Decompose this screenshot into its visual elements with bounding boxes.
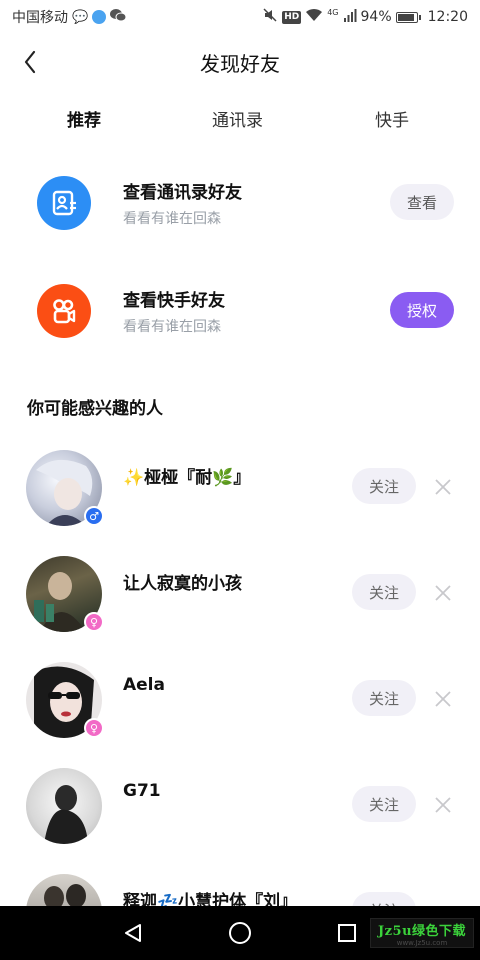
tab-contacts[interactable]: 通讯录 [212, 106, 263, 131]
user-name: Aela [123, 675, 165, 695]
tab-label: 通讯录 [212, 111, 263, 131]
back-triangle-icon[interactable] [120, 920, 146, 946]
entry-subtitle: 看看有谁在回森 [123, 211, 221, 227]
chevron-left-icon [24, 50, 36, 74]
system-nav-bar: Jz5u绿色下载 www.Jz5u.com [0, 906, 480, 960]
follow-button[interactable]: 关注 [352, 574, 416, 610]
entry-title: 查看通讯录好友 [123, 183, 242, 203]
tab-bar: 推荐 通讯录 快手 [0, 100, 480, 144]
user-name: G71 [123, 781, 161, 801]
follow-button[interactable]: 关注 [352, 786, 416, 822]
hd-badge: HD [282, 10, 302, 24]
list-item[interactable]: ♀ 让人寂寞的小孩 关注 [0, 556, 480, 656]
battery-icon [395, 11, 421, 23]
clock: 12:20 [427, 9, 468, 25]
list-item[interactable]: ♂ ✨桠桠『耐🌿』 关注 [0, 450, 480, 550]
recents-square-icon[interactable] [334, 920, 360, 946]
tab-kuaishou[interactable]: 快手 [375, 106, 409, 131]
wechat-icon [110, 8, 127, 26]
status-left: 中国移动 💬 [12, 7, 127, 27]
authorize-button[interactable]: 授权 [390, 292, 454, 328]
tab-label: 快手 [375, 111, 409, 131]
close-icon[interactable] [432, 688, 454, 710]
user-name: 让人寂寞的小孩 [123, 574, 242, 594]
tab-label: 推荐 [67, 111, 101, 131]
status-bar: 中国移动 💬 HD 4G 94% 12:20 [0, 0, 480, 34]
female-icon: ♀ [84, 718, 104, 738]
back-button[interactable] [14, 46, 46, 78]
network-type-label: 4G [327, 7, 339, 17]
user-name: ✨桠桠『耐🌿』 [123, 468, 251, 488]
wifi-icon [305, 8, 323, 26]
signal-icon [343, 8, 357, 26]
contacts-entry-row[interactable]: 查看通讯录好友 看看有谁在回森 查看 [0, 166, 480, 246]
watermark-text: Jz5u绿色下载 [377, 923, 467, 939]
contacts-icon [37, 176, 91, 230]
female-icon: ♀ [84, 612, 104, 632]
list-item[interactable]: G71 关注 [0, 768, 480, 868]
list-item[interactable]: ♀ Aela 关注 [0, 662, 480, 762]
tab-recommend[interactable]: 推荐 [67, 106, 101, 134]
avatar[interactable] [26, 768, 102, 844]
close-icon[interactable] [432, 582, 454, 604]
close-icon[interactable] [432, 476, 454, 498]
male-icon: ♂ [84, 506, 104, 526]
message-icon: 💬 [72, 9, 89, 25]
kuaishou-entry-row[interactable]: 查看快手好友 看看有谁在回森 授权 [0, 274, 480, 354]
follow-button[interactable]: 关注 [352, 680, 416, 716]
follow-button[interactable]: 关注 [352, 468, 416, 504]
section-title: 你可能感兴趣的人 [27, 399, 163, 419]
entry-title: 查看快手好友 [123, 291, 225, 311]
home-circle-icon[interactable] [227, 920, 253, 946]
battery-percent: 94% [360, 9, 392, 25]
view-contacts-button[interactable]: 查看 [390, 184, 454, 220]
close-icon[interactable] [432, 794, 454, 816]
nav-bar: 发现好友 [0, 36, 480, 88]
battery-fill [397, 13, 414, 21]
page-title: 发现好友 [200, 51, 280, 76]
carrier-label: 中国移动 [12, 10, 68, 26]
status-right: HD 4G 94% 12:20 [262, 7, 468, 27]
app-notification-icon [92, 10, 107, 24]
kuaishou-icon [37, 284, 91, 338]
watermark-url: www.Jz5u.com [396, 938, 448, 947]
watermark-logo: Jz5u绿色下载 www.Jz5u.com [370, 918, 474, 948]
mute-icon [262, 7, 278, 27]
entry-subtitle: 看看有谁在回森 [123, 319, 221, 335]
